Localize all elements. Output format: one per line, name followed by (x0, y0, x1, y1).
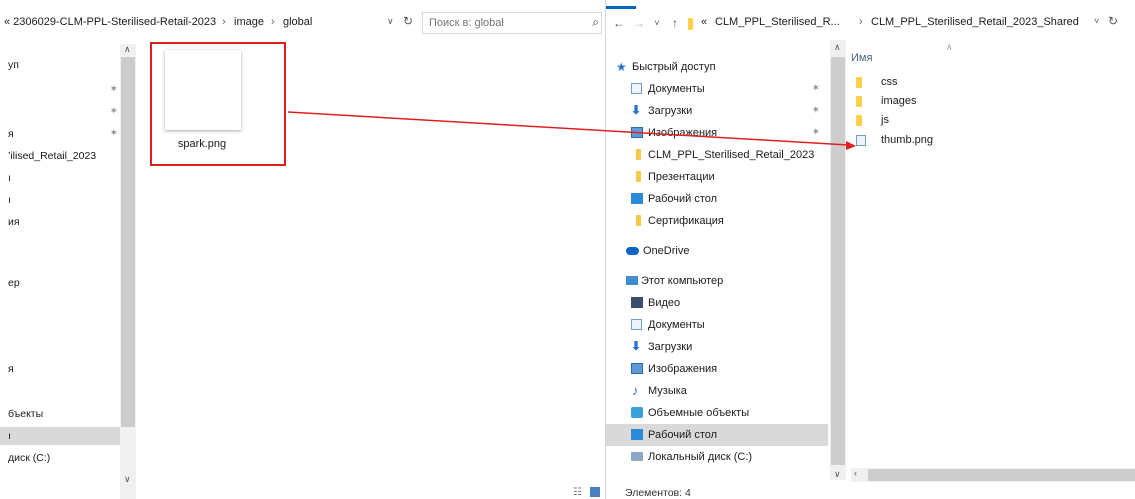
annotation-arrow (287, 111, 856, 150)
